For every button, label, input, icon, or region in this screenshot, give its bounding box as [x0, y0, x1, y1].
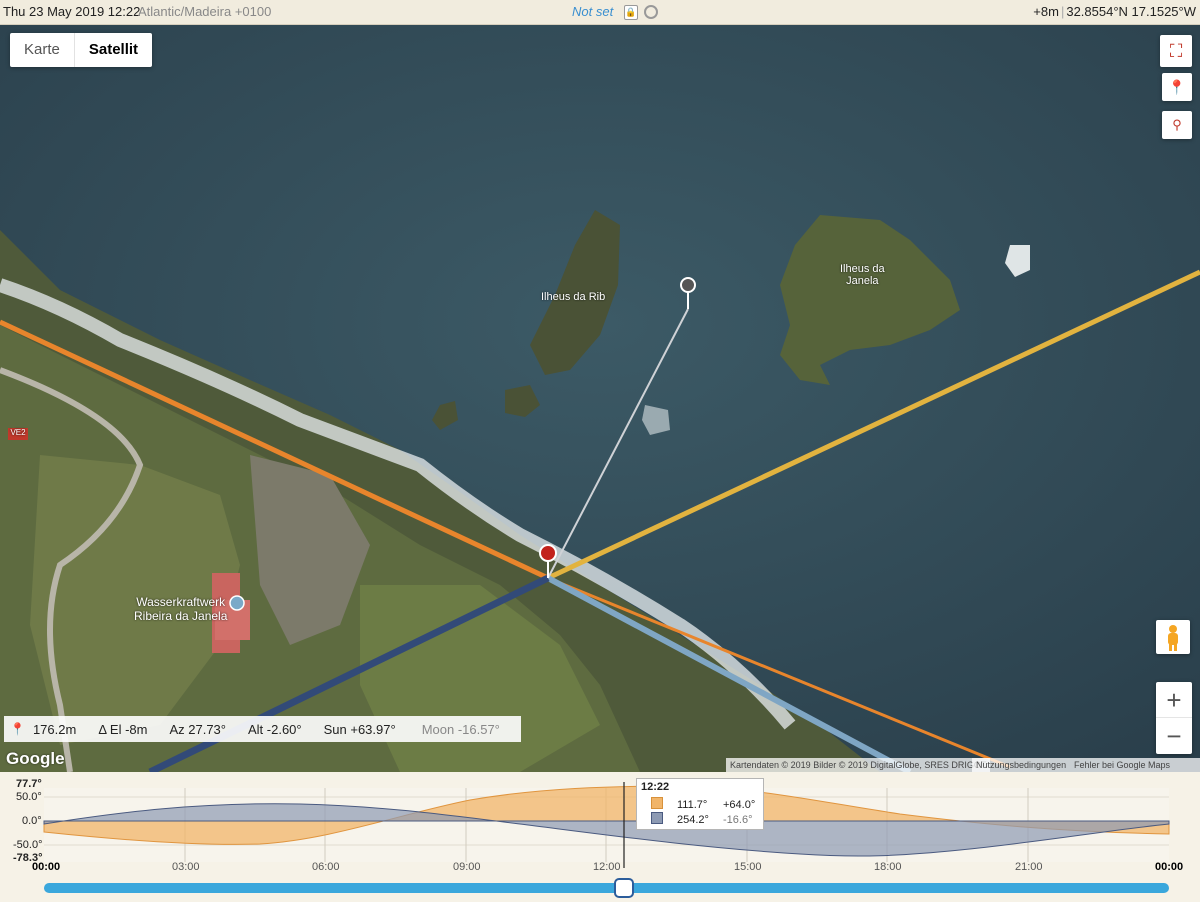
timezone-label: Atlantic/Madeira +0100 [138, 4, 272, 19]
map-type-satellite-button[interactable]: Satellit [75, 33, 152, 67]
sun-azimuth: 111.7° [677, 799, 708, 811]
pin-button[interactable]: 📍 [1162, 73, 1192, 101]
altitude-value: Alt -2.60° [247, 721, 302, 737]
status-link[interactable]: Not set [572, 4, 613, 19]
place-label-line: Wasserkraftwerk [136, 595, 226, 609]
hour-label: 12:00 [593, 861, 621, 873]
hour-label: 15:00 [734, 861, 762, 873]
fullscreen-button[interactable]: ⛶ [1160, 35, 1192, 67]
hour-label: 18:00 [874, 861, 902, 873]
place-label-line: Ribeira da Janela [134, 609, 228, 623]
sun-elevation-value: Sun +63.97° [323, 721, 396, 737]
two-pins-icon: 📍 [10, 722, 25, 736]
place-label-hydro-plant[interactable]: Wasserkraftwerk Ribeira da Janela [134, 595, 227, 623]
map-type-map-button[interactable]: Karte [10, 33, 75, 67]
hour-label: 06:00 [312, 861, 340, 873]
moon-swatch [651, 812, 663, 824]
tooltip-time: 12:22 [641, 781, 670, 793]
y-50-label: 50.0° [16, 791, 42, 803]
y-0-label: 0.0° [22, 815, 42, 827]
tooltip-sun-row: 111.7° +64.0° [651, 797, 761, 811]
azimuth-value: Az 27.73° [169, 721, 226, 737]
zoom-in-button[interactable]: + [1156, 682, 1192, 718]
hour-label: 00:00 [1155, 861, 1184, 873]
measure-button[interactable]: ⚲ [1162, 111, 1192, 139]
delta-elevation-value: Δ El -8m [98, 721, 148, 737]
hour-label: 09:00 [453, 861, 481, 873]
time-slider-handle[interactable] [613, 878, 634, 898]
hour-label: 21:00 [1015, 861, 1043, 873]
place-label-line: Janela [846, 275, 879, 287]
fullscreen-icon: ⛶ [1169, 40, 1183, 61]
tooltip-moon-row: 254.2° -16.6° [651, 812, 761, 826]
place-label-line: Ilheus da [840, 263, 885, 275]
hour-label: 03:00 [172, 861, 200, 873]
zoom-out-button[interactable]: − [1156, 718, 1192, 754]
street-view-button[interactable] [1156, 620, 1190, 654]
sun-elevation: +64.0° [723, 799, 756, 811]
coordinates-label[interactable]: 32.8554°N 17.1525°W [1066, 4, 1196, 19]
terms-link[interactable]: Nutzungsbedingungen [972, 758, 1071, 772]
report-error-link[interactable]: Fehler bei Google Maps melden [1070, 758, 1200, 772]
pin-icon: 📍 [1168, 78, 1186, 95]
y-max-label: 77.7° [16, 778, 42, 790]
top-bar: Thu 23 May 2019 12:22 Atlantic/Madeira +… [0, 0, 1200, 25]
place-label-ilheus-janela[interactable]: Ilheus da Janela [840, 263, 885, 287]
y-neg50-label: -50.0° [13, 839, 43, 851]
map-type-control: Karte Satellit [10, 33, 153, 67]
location-readout: +8m | 32.8554°N 17.1525°W [1033, 4, 1196, 19]
moon-azimuth: 254.2° [677, 814, 709, 826]
sun-swatch [651, 797, 663, 809]
elevation-label: +8m [1033, 4, 1059, 19]
circle-toggle-icon[interactable] [644, 5, 658, 19]
pegman-icon [1168, 625, 1178, 651]
two-pins-icon: ⚲ [1172, 117, 1182, 132]
map-attribution: Kartendaten © 2019 Bilder © 2019 Digital… [726, 758, 991, 772]
zoom-control: + − [1156, 682, 1192, 754]
satellite-imagery [0, 25, 1200, 772]
road-label: VE2 [10, 428, 26, 437]
distance-value: 176.2m [32, 721, 77, 737]
moon-elevation: -16.6° [723, 814, 753, 826]
datetime-label[interactable]: Thu 23 May 2019 12:22 [3, 4, 140, 19]
time-slider-track[interactable] [44, 883, 1169, 893]
hour-label: 00:00 [32, 861, 61, 873]
lock-icon[interactable]: 🔒 [624, 5, 638, 20]
time-tooltip: 12:22 111.7° +64.0° 254.2° -16.6° [636, 778, 764, 830]
satellite-map[interactable]: Ilheus da Rib Ilheus da Janela Wasserkra… [0, 25, 1200, 772]
sun-moon-timeline[interactable]: 77.7° 50.0° 0.0° -50.0° -78.3° 00:00 03:… [0, 772, 1200, 902]
google-logo[interactable]: Google [6, 749, 65, 769]
place-label-ilheus-rib[interactable]: Ilheus da Rib [541, 291, 605, 303]
moon-elevation-value: Moon -16.57° [421, 721, 500, 737]
measurement-bar: 📍 176.2m Δ El -8m Az 27.73° Alt -2.60° S… [4, 716, 521, 742]
